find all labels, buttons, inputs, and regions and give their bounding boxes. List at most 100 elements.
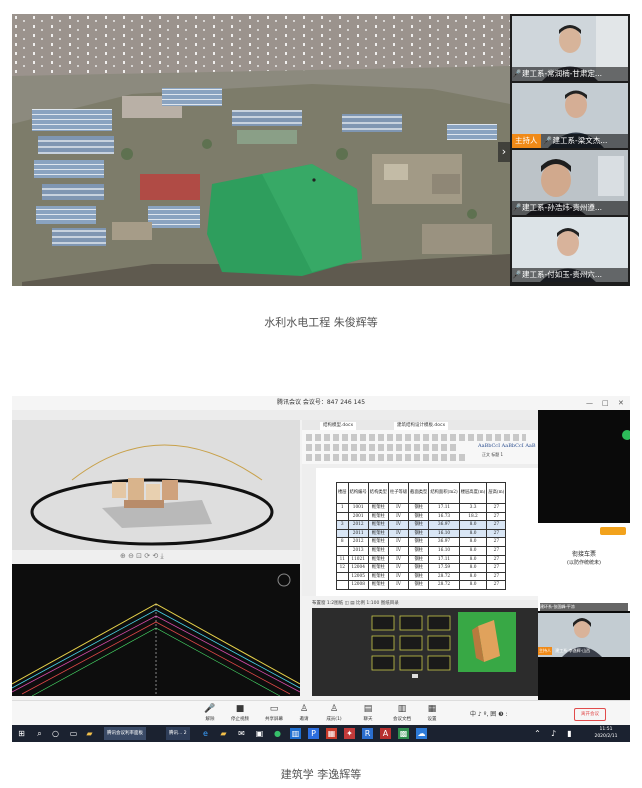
tencent-meeting-icon[interactable]: ☁ [416,728,427,739]
participant-tile[interactable]: 主持人 建工系-李逸辉-山西 [538,613,630,657]
shared-slide-tile[interactable]: 衔接车票 (以防作统统未) 建环系-张国峰-平凉 [538,523,630,611]
close-button[interactable]: ✕ [618,396,624,410]
app-icon[interactable]: ● [272,728,283,739]
taskbar-app-icon[interactable]: ▭ [68,728,79,739]
table-cell: 框架柱 [367,537,389,547]
table-cell [336,580,349,590]
folder-icon[interactable]: ▰ [84,728,95,739]
expand-button[interactable] [622,430,630,440]
document-sheet: 楼层 结构编号 结构类型 柱子等级 截面类型 结构面积(m2) 楼层高度(m) … [316,468,538,596]
table-cell: 钢柱 [408,528,430,539]
table-cell: 8.0 [458,571,488,582]
table-cell: IV [387,520,410,530]
file-explorer-icon[interactable]: ▰ [218,728,229,739]
campus-3d-model-view [12,14,510,286]
windows-start-icon[interactable]: ⊞ [16,728,27,739]
render-tools-icons[interactable]: ⊕ ⊖ ⊡ ⟳ ⟲ ⤓ [120,552,164,561]
table-cell: 框架柱 [367,554,389,565]
table-cell: 36.97 [428,537,460,547]
participant-name: 🎤建工系-常润楠-甘肃定... [512,67,628,81]
chat-icon: ▤ [363,704,373,714]
table-row: 12 12004 框架柱 IV 钢柱 17.59 8.0 27 [336,563,507,573]
model-toolbar[interactable]: 布置窗 1:2图纸 ◫ ▤ 比例 1:100 图纸目录 [312,600,538,608]
store-icon[interactable]: ▣ [254,728,265,739]
doc-tab[interactable]: 建筑结构设计模板.docx [394,422,449,430]
autocad-icon[interactable]: A [380,728,391,739]
task-view-icon[interactable]: ○ [50,728,61,739]
table-header: 楼层高度(m) [458,482,488,504]
table-cell: 27 [486,511,507,522]
table-cell: 16.10 [428,528,460,539]
participant-tile[interactable]: 主持人 🎤建工系-梁文杰... [512,83,628,148]
table-cell: 8.0 [458,528,488,539]
app-icon[interactable]: ▦ [326,728,337,739]
style-gallery[interactable]: AaBbCcI AaBbCcI AaB [478,443,536,449]
maximize-button[interactable]: □ [602,396,609,410]
table-header: 层高(m) [486,482,507,504]
members-button[interactable]: ♙ 成员(1) [322,704,346,722]
app-icon[interactable]: ▩ [398,728,409,739]
app-icon[interactable]: ✦ [344,728,355,739]
chat-button[interactable]: ▤ 聊天 [356,704,380,722]
table-cell: IV [387,537,410,547]
drone-model-screenshot: › 🎤建工系-常润楠-甘肃定... 主持人 🎤建工系-梁文杰... 🎤建工系-孙… [12,14,630,286]
table-cell [336,571,349,582]
sun-study-render-pane: ⊕ ⊖ ⊡ ⟳ ⟲ ⤓ [12,420,300,564]
document-icon: ▥ [397,704,407,714]
doc-tab[interactable]: 结构模型.docx [320,422,357,430]
share-screen-button[interactable]: ▭ 共享屏幕 [262,704,286,722]
participant-tile[interactable]: 🎤建工系-孙浩炜-贵州遵... [512,150,628,215]
table-cell: 2012 [347,520,369,530]
table-cell: 框架柱 [367,545,389,556]
meeting-docs-button[interactable]: ▥ 会议文档 [390,704,414,722]
table-cell: IV [387,554,410,565]
table-row: 2013 框架柱 IV 钢柱 16.10 8.0 27 [336,545,507,556]
minimize-button[interactable]: — [586,396,593,410]
taskbar-active-window[interactable]: 腾讯... 2 [166,727,190,740]
table-cell: 27 [486,563,507,573]
taskbar-clock[interactable]: 11:51 2020/2/11 [590,727,622,740]
participant-tile[interactable]: 🎤建工系-常润楠-甘肃定... [512,16,628,81]
revit-icon[interactable]: R [362,728,373,739]
photoshop-icon[interactable]: P [308,728,319,739]
taskbar-active-window[interactable]: 腾讯会议利率面板 [104,727,146,740]
cad-drawing-pane [12,564,300,696]
table-cell: 3.3 [458,503,488,513]
network-icon[interactable]: ▮ [564,728,575,739]
table-cell: IV [387,571,410,582]
leave-meeting-button[interactable]: 离开会议 [574,708,606,721]
participant-tile[interactable]: 🎤建工系-付如玉-贵州六... [512,217,628,282]
ime-toolbar[interactable]: 中 ♪ º, 囲 ❸ : [470,709,508,718]
table-cell: 钢柱 [408,537,430,547]
table-cell: 框架柱 [367,580,389,590]
participant-name: 建环系-张国峰-平凉 [540,603,628,611]
participant-name-text: 建工系-常润楠-甘肃定... [522,69,603,78]
collapse-gallery-button[interactable]: › [498,142,510,162]
table-row: 8 2012 框架柱 IV 钢柱 36.97 8.0 27 [336,537,507,547]
slide-subtitle: (以防作统统未) [567,560,601,566]
app-icon[interactable]: ▥ [290,728,301,739]
table-cell: 17.11 [428,554,460,565]
invite-button[interactable]: ♙ 邀请 [292,704,316,722]
table-row: 3 2012 框架柱 IV 钢柱 36.97 8.0 27 [336,520,507,530]
render-toolbar: ⊕ ⊖ ⊡ ⟳ ⟲ ⤓ [12,550,300,564]
participant-name-text: 建工系-梁文杰... [552,136,608,145]
table-cell: 27 [486,580,507,590]
table-cell: 框架柱 [367,563,389,573]
table-cell: IV [387,511,410,522]
table-cell: 2001 [347,511,369,522]
microphone-icon: 🎤 [542,136,553,145]
figure-caption: 建筑学 李逸辉等 [280,768,362,781]
table-cell: 钢柱 [408,563,430,573]
system-tray-icons[interactable]: ⌃ [532,728,543,739]
search-icon[interactable]: ⌕ [34,728,45,739]
mail-icon[interactable]: ✉ [236,728,247,739]
edge-browser-icon[interactable]: e [200,728,211,739]
settings-button[interactable]: ▦ 设置 [420,704,444,722]
mute-button[interactable]: 🎤 解除 [198,704,222,722]
video-sidebar: 衔接车票 (以防作统统未) 建环系-张国峰-平凉 主持人 建工系-李逸辉-山西 [538,410,630,700]
volume-icon[interactable]: ♪ [548,728,559,739]
stop-video-button[interactable]: ■ 停止视频 [228,704,252,722]
table-cell: 36.97 [428,520,460,530]
table-cell: 12004 [347,563,369,573]
